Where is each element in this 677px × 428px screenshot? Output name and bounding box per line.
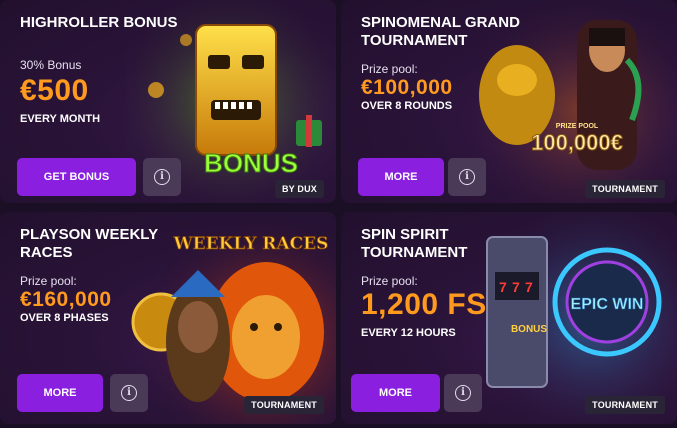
card-period: OVER 8 ROUNDS xyxy=(361,100,453,112)
category-badge: TOURNAMENT xyxy=(585,396,665,414)
card-period: EVERY 12 HOURS xyxy=(361,327,456,339)
card-title: HIGHROLLER BONUS xyxy=(20,14,178,31)
provider-badge: BY DUX xyxy=(274,180,324,198)
category-badge: TOURNAMENT xyxy=(585,180,665,198)
svg-text:7: 7 xyxy=(512,279,520,295)
card-amount: €500 xyxy=(20,74,89,107)
info-button[interactable]: i xyxy=(110,374,148,412)
card-amount: €100,000 xyxy=(361,76,453,99)
card-amount: €160,000 xyxy=(20,288,112,311)
info-button[interactable]: i xyxy=(143,158,181,196)
art-epic-win-text: EPIC WIN xyxy=(571,296,644,313)
info-button[interactable]: i xyxy=(448,158,486,196)
info-icon: i xyxy=(121,385,137,401)
info-icon: i xyxy=(459,169,475,185)
art-bonus-label: BONUS xyxy=(511,324,547,335)
more-button[interactable]: MORE xyxy=(351,374,440,412)
get-bonus-button[interactable]: GET BONUS xyxy=(17,158,136,196)
promo-card-spin-spirit: 777 EPIC WIN BONUS SPIN SPIRIT TOURNAMEN… xyxy=(341,212,677,424)
art-prize-pool-label: PRIZE POOL xyxy=(556,123,599,130)
art-prize-amount: 100,000€ xyxy=(531,130,623,155)
svg-text:7: 7 xyxy=(499,279,507,295)
art-bonus-text: BONUS xyxy=(204,148,298,178)
card-title: SPINOMENAL GRAND TOURNAMENT xyxy=(361,14,520,49)
promo-card-spinomenal: PRIZE POOL 100,000€ SPINOMENAL GRAND TOU… xyxy=(341,0,677,203)
card-subtitle: Prize pool: xyxy=(361,62,418,76)
svg-text:7: 7 xyxy=(525,279,533,295)
card-title: PLAYSON WEEKLY RACES xyxy=(20,226,158,261)
card-period: EVERY MONTH xyxy=(20,113,101,125)
info-button[interactable]: i xyxy=(444,374,482,412)
promo-card-playson: WEEKLY RACES PLAYSON WEEKLY RACES Prize … xyxy=(0,212,336,424)
card-amount: 1,200 FS xyxy=(361,288,487,321)
card-title: SPIN SPIRIT TOURNAMENT xyxy=(361,226,468,261)
card-subtitle: Prize pool: xyxy=(361,274,418,288)
card-subtitle: 30% Bonus xyxy=(20,58,82,72)
card-subtitle: Prize pool: xyxy=(20,274,77,288)
promo-card-highroller: BONUS HIGHROLLER BONUS 30% Bonus €500 EV… xyxy=(0,0,336,203)
more-button[interactable]: MORE xyxy=(17,374,103,412)
info-icon: i xyxy=(154,169,170,185)
category-badge: TOURNAMENT xyxy=(244,396,324,414)
more-button[interactable]: MORE xyxy=(358,158,444,196)
card-period: OVER 8 PHASES xyxy=(20,312,109,324)
info-icon: i xyxy=(455,385,471,401)
